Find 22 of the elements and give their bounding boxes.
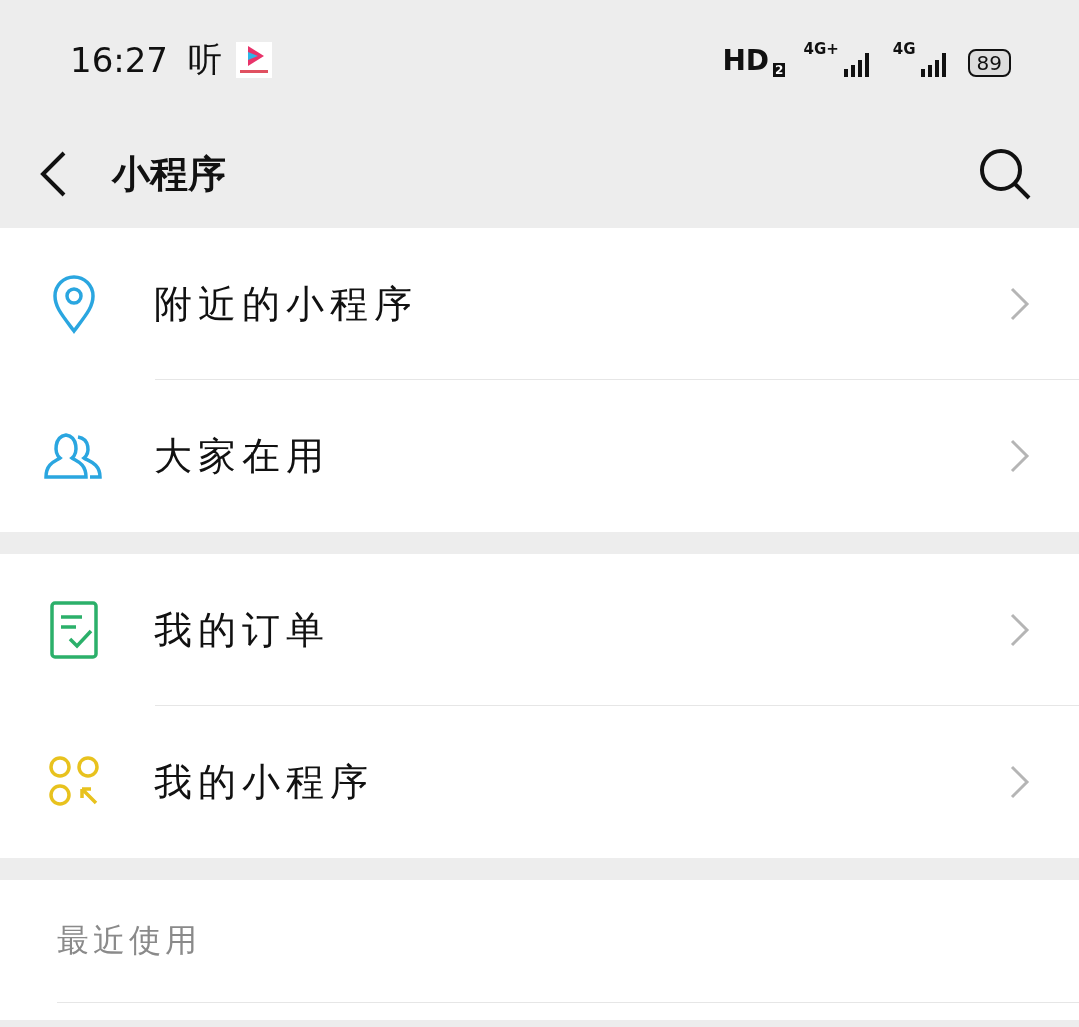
network-type: 4G <box>892 39 916 58</box>
search-icon[interactable] <box>979 148 1031 200</box>
page-title: 小程序 <box>112 149 227 198</box>
clock: 16:27 <box>70 40 168 80</box>
menu-item-label[interactable]: 附近的小程序 <box>154 278 1009 330</box>
chevron-right-icon <box>1009 764 1031 800</box>
section-heading: 最近使用 <box>57 920 201 961</box>
signal-icon <box>842 50 869 77</box>
chevron-right-icon <box>1009 286 1031 322</box>
menu-item-label[interactable]: 大家在用 <box>154 430 1009 482</box>
menu-item-label[interactable]: 我的订单 <box>154 604 1009 656</box>
hd-indicator: HD <box>722 43 770 77</box>
network-type: 4G+ <box>803 39 839 58</box>
hd-sim-number: 2 <box>773 62 786 77</box>
chevron-right-icon <box>1009 438 1031 474</box>
app-icon <box>236 42 272 78</box>
signal-icon <box>919 50 946 77</box>
back-icon[interactable] <box>38 150 68 198</box>
battery-level: 89 <box>967 48 1011 77</box>
listen-indicator: 听 <box>188 38 222 81</box>
chevron-right-icon <box>1009 612 1031 648</box>
menu-item-label[interactable]: 我的小程序 <box>154 756 1009 808</box>
